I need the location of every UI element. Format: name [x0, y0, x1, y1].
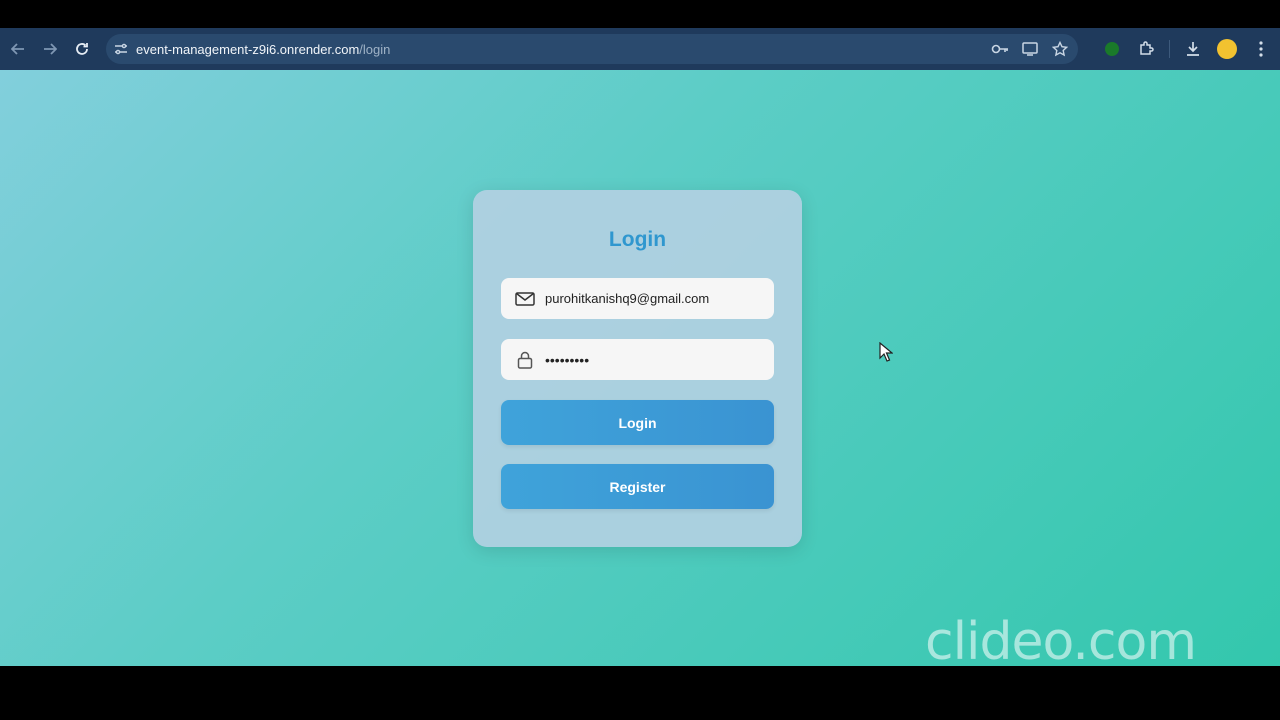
lock-icon: [513, 351, 537, 369]
extension-dot-icon: [1105, 42, 1119, 56]
forward-button[interactable]: [34, 33, 66, 65]
browser-menu-button[interactable]: [1250, 38, 1272, 60]
address-bar[interactable]: event-management-z9i6.onrender.com/login: [106, 34, 1078, 64]
extension-status-button[interactable]: [1101, 38, 1123, 60]
mail-icon: [513, 291, 537, 306]
password-value: •••••••••: [545, 351, 590, 368]
url-host: event-management-z9i6.onrender.com: [136, 41, 360, 57]
tune-icon: [115, 43, 127, 55]
email-field[interactable]: purohitkanishq9@gmail.com: [501, 278, 774, 319]
downloads-button[interactable]: [1182, 38, 1204, 60]
star-icon: [1052, 41, 1068, 57]
url-path: /login: [359, 41, 391, 57]
toolbar-separator: [1169, 40, 1170, 58]
reload-button[interactable]: [66, 33, 98, 65]
page-background: Login purohitkanishq9@gmail.com ••••••••…: [0, 70, 1280, 666]
password-manager-button[interactable]: [990, 39, 1010, 59]
letterbox-bottom: [0, 666, 1280, 720]
toolbar-right: [1101, 33, 1272, 65]
mouse-cursor-icon: [879, 342, 893, 362]
arrow-right-icon: [44, 43, 57, 55]
page-title: Login: [608, 228, 667, 251]
back-button[interactable]: [2, 33, 34, 65]
watermark: clideo.com: [925, 612, 1197, 672]
login-card: Login purohitkanishq9@gmail.com ••••••••…: [473, 190, 802, 547]
key-icon: [991, 44, 1008, 54]
login-button[interactable]: Login: [501, 400, 774, 445]
kebab-menu-icon: [1259, 41, 1263, 57]
extensions-button[interactable]: [1135, 38, 1157, 60]
arrow-left-icon: [11, 43, 24, 55]
browser-toolbar: event-management-z9i6.onrender.com/login: [0, 28, 1280, 70]
reload-icon: [76, 43, 88, 55]
letterbox-top: [0, 0, 1280, 28]
cast-icon: [1022, 42, 1038, 56]
profile-button[interactable]: [1216, 38, 1238, 60]
bookmark-button[interactable]: [1050, 39, 1070, 59]
avatar: [1217, 39, 1237, 59]
password-field[interactable]: •••••••••: [501, 339, 774, 380]
download-icon: [1187, 42, 1199, 56]
register-button[interactable]: Register: [501, 464, 774, 509]
cast-button[interactable]: [1020, 39, 1040, 59]
puzzle-icon: [1140, 41, 1154, 55]
email-value: purohitkanishq9@gmail.com: [545, 291, 710, 306]
site-info-button[interactable]: [106, 42, 136, 56]
